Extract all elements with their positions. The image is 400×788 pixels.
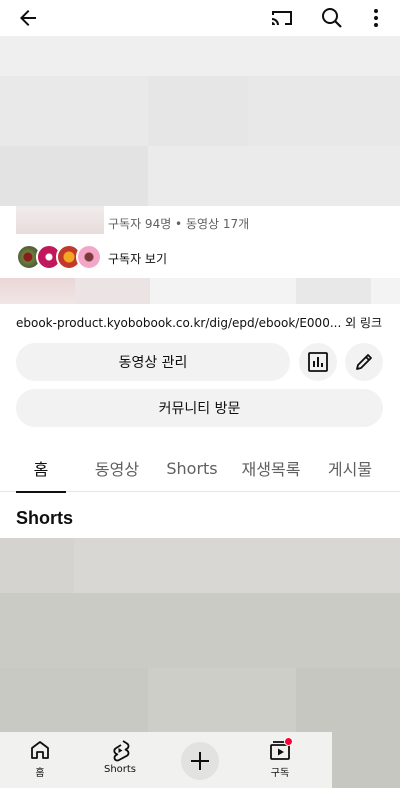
channel-info: 구독자 94명 • 동영상 17개 구독자 보기 bbox=[0, 206, 400, 286]
tab-posts[interactable]: 게시물 bbox=[320, 444, 380, 492]
search-button[interactable] bbox=[318, 4, 346, 32]
nav-subscriptions[interactable]: 구독 bbox=[258, 732, 302, 788]
shorts-icon bbox=[113, 740, 130, 762]
analytics-icon bbox=[308, 352, 328, 372]
nav-home-label: 홈 bbox=[35, 768, 45, 779]
arrow-left-icon bbox=[20, 10, 36, 26]
manage-videos-button[interactable]: 동영상 관리 bbox=[16, 343, 290, 381]
subscriber-avatar bbox=[76, 244, 102, 270]
notification-badge bbox=[284, 737, 293, 746]
plus-icon bbox=[191, 752, 209, 770]
tab-home[interactable]: 홈 bbox=[16, 444, 66, 493]
view-subscribers-label: 구독자 보기 bbox=[108, 252, 168, 266]
top-app-bar bbox=[0, 0, 400, 36]
manage-videos-label: 동영상 관리 bbox=[118, 355, 188, 371]
back-button[interactable] bbox=[14, 4, 42, 32]
channel-avatar bbox=[16, 206, 104, 234]
tab-shorts[interactable]: Shorts bbox=[160, 444, 224, 492]
home-icon bbox=[31, 741, 49, 759]
nav-home[interactable]: 홈 bbox=[20, 732, 60, 788]
channel-tabs: 홈 동영상 Shorts 재생목록 게시물 bbox=[0, 444, 400, 493]
nav-subscriptions-label: 구독 bbox=[270, 768, 290, 779]
community-visit-button[interactable]: 커뮤니티 방문 bbox=[16, 389, 383, 427]
nav-shorts-label: Shorts bbox=[103, 764, 137, 775]
channel-link[interactable]: ebook-product.kyobobook.co.kr/dig/epd/eb… bbox=[16, 314, 386, 331]
create-button[interactable] bbox=[181, 742, 219, 780]
search-icon bbox=[322, 8, 342, 28]
channel-link-url: ebook-product.kyobobook.co.kr/dig/epd/eb… bbox=[16, 316, 342, 330]
section-title: Shorts bbox=[16, 508, 74, 528]
tab-playlists[interactable]: 재생목록 bbox=[234, 444, 308, 492]
pencil-icon bbox=[356, 354, 372, 370]
analytics-button[interactable] bbox=[299, 343, 337, 381]
bottom-navigation: 홈 Shorts 구독 bbox=[0, 732, 332, 788]
tab-videos[interactable]: 동영상 bbox=[86, 444, 148, 492]
blurred-strip bbox=[0, 278, 400, 304]
cast-button[interactable] bbox=[268, 4, 296, 32]
channel-link-more: 외 링크 1개 bbox=[345, 316, 386, 330]
nav-shorts[interactable]: Shorts bbox=[98, 732, 142, 788]
more-options-button[interactable] bbox=[362, 4, 390, 32]
channel-banner bbox=[0, 36, 400, 206]
view-subscribers[interactable]: 구독자 보기 bbox=[16, 244, 396, 280]
community-visit-label: 커뮤니티 방문 bbox=[158, 401, 241, 417]
edit-channel-button[interactable] bbox=[345, 343, 383, 381]
cast-icon bbox=[272, 11, 292, 25]
channel-meta: 구독자 94명 • 동영상 17개 bbox=[108, 217, 250, 231]
more-vert-icon bbox=[374, 9, 378, 27]
